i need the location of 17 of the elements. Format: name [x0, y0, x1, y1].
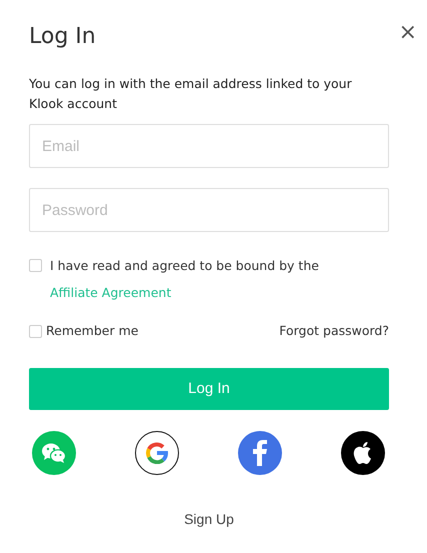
- input-field[interactable]: Email: [29, 124, 389, 168]
- input-field[interactable]: Password: [29, 188, 389, 232]
- google-g-icon: [146, 442, 168, 464]
- close-button[interactable]: ×: [396, 22, 419, 44]
- apple-icon: [353, 441, 373, 466]
- chat-bubbles-icon: [41, 442, 67, 464]
- f-logo-icon: [253, 440, 267, 466]
- sign-up-link[interactable]: Sign Up: [178, 508, 240, 532]
- checkbox[interactable]: [29, 325, 42, 338]
- title: Log In: [29, 24, 97, 50]
- forgot-password-link[interactable]: Forgot password?: [279, 322, 389, 342]
- social-login-button[interactable]: [135, 431, 179, 476]
- agreement-text: I have read and agreed to be bound by the Affiliate Agreement: [50, 257, 320, 302]
- remember-label[interactable]: Remember me: [46, 322, 138, 342]
- checkbox[interactable]: [29, 259, 42, 272]
- description: You can log in with the email address linked to your Klook account: [29, 75, 353, 114]
- social-login-button[interactable]: [341, 431, 385, 476]
